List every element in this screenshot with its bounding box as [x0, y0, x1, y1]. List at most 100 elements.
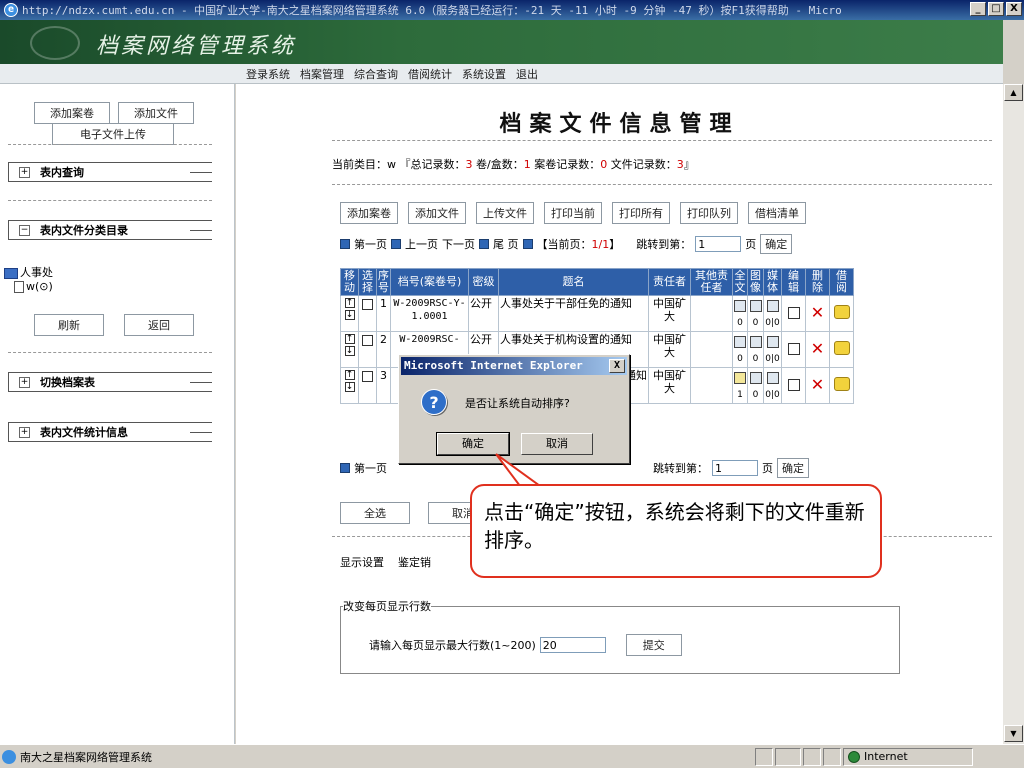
main-toolbar: 添加案卷 添加文件 上传文件 打印当前 打印所有 打印队列 借档清单 — [340, 202, 806, 224]
edit-icon[interactable] — [787, 379, 800, 391]
first-page-link[interactable]: 第一页 — [354, 460, 387, 476]
catalog-tree: 人事处 w(⊙) — [4, 264, 53, 293]
move-arrows[interactable]: ↑ ↓ — [342, 333, 357, 357]
col-borrow: 借阅 — [829, 268, 854, 296]
collapse-icon: − — [19, 224, 30, 236]
divider — [332, 140, 992, 141]
toolbar-add-file[interactable]: 添加文件 — [408, 202, 466, 224]
menu-borrow-stats[interactable]: 借阅统计 — [408, 66, 452, 82]
toolbar-print-current[interactable]: 打印当前 — [544, 202, 602, 224]
expand-icon: + — [19, 426, 30, 438]
dialog-close-button[interactable]: X — [609, 359, 625, 373]
toolbar-print-all[interactable]: 打印所有 — [612, 202, 670, 224]
appraisal-link[interactable]: 鉴定销 — [398, 554, 431, 570]
image-icon[interactable] — [749, 372, 762, 384]
category-summary: 当前类目：w 『总记录数：3 卷/盒数：1 案卷记录数：0 文件记录数：3』 — [332, 158, 695, 171]
fulltext-icon[interactable] — [734, 336, 746, 348]
edit-icon[interactable] — [787, 343, 800, 355]
menu-archive[interactable]: 档案管理 — [300, 66, 344, 82]
menu-search[interactable]: 综合查询 — [354, 66, 398, 82]
row-title[interactable]: 人事处关于干部任免的通知 — [498, 295, 649, 332]
col-fulltext: 全文 — [732, 268, 748, 296]
menu-login[interactable]: 登录系统 — [246, 66, 290, 82]
upload-e-file-button[interactable]: 电子文件上传 — [52, 123, 174, 145]
dialog-message: 是否让系统自动排序? — [465, 397, 570, 410]
scroll-down-icon[interactable]: ▼ — [1004, 725, 1023, 742]
move-arrows[interactable]: ↑ ↓ — [342, 369, 357, 393]
borrow-icon[interactable] — [833, 305, 850, 319]
pager-top: 第一页 上一页 下一页 尾 页 【当前页：1/1】 跳转到第： 页 确定 — [340, 234, 793, 254]
fulltext-icon[interactable] — [734, 300, 746, 312]
jump-page-input[interactable] — [712, 460, 758, 476]
toolbar-add-volume[interactable]: 添加案卷 — [340, 202, 398, 224]
ie-logo-icon: e — [4, 3, 18, 17]
vertical-scrollbar[interactable]: ▲ ▼ — [1003, 84, 1024, 744]
window-title: http://ndzx.cumt.edu.cn - 中国矿业大学-南大之星档案网… — [22, 4, 842, 17]
first-page-link[interactable]: 第一页 — [354, 236, 387, 252]
last-page-link[interactable]: 尾 页 — [493, 236, 519, 252]
group-switch-table[interactable]: + 切换档案表 — [8, 372, 212, 392]
page-title: 档案文件信息管理 — [499, 112, 740, 137]
add-volume-button[interactable]: 添加案卷 — [34, 102, 110, 124]
jump-confirm-button[interactable]: 确定 — [777, 458, 809, 478]
delete-icon[interactable]: ✕ — [811, 339, 824, 358]
rows-per-page-input[interactable] — [539, 637, 606, 653]
borrow-icon[interactable] — [833, 377, 850, 391]
scroll-up-icon[interactable]: ▲ — [1004, 84, 1023, 101]
refresh-button[interactable]: 刷新 — [34, 314, 104, 336]
window-titlebar: e http://ndzx.cumt.edu.cn - 中国矿业大学-南大之星档… — [0, 0, 1024, 20]
arrow-up-icon: ↑ — [344, 334, 355, 344]
expand-icon: + — [19, 376, 30, 388]
select-all-button[interactable]: 全选 — [340, 502, 410, 524]
borrow-icon[interactable] — [833, 341, 850, 355]
rows-prompt: 请输入每页显示最大行数(1~200) — [369, 639, 536, 652]
toolbar-upload-file[interactable]: 上传文件 — [476, 202, 534, 224]
tree-child[interactable]: w(⊙) — [14, 280, 53, 293]
delete-icon[interactable]: ✕ — [811, 303, 824, 322]
submit-button[interactable]: 提交 — [625, 634, 682, 656]
group-file-stats[interactable]: + 表内文件统计信息 — [8, 422, 212, 442]
jump-confirm-button[interactable]: 确定 — [760, 234, 793, 254]
toolbar-borrow-list[interactable]: 借档清单 — [748, 202, 806, 224]
tree-root[interactable]: 人事处 — [4, 264, 53, 280]
settings-row: 显示设置 鉴定销 — [340, 554, 431, 570]
arrow-down-icon: ↓ — [344, 346, 355, 356]
group-file-catalog[interactable]: − 表内文件分类目录 — [8, 220, 212, 240]
edit-icon[interactable] — [787, 307, 800, 319]
add-file-button[interactable]: 添加文件 — [118, 102, 194, 124]
delete-icon[interactable]: ✕ — [811, 375, 824, 394]
prev-page-link[interactable]: 上一页 — [405, 236, 438, 252]
menu-logout[interactable]: 退出 — [516, 66, 538, 82]
app-title: 档案网络管理系统 — [96, 34, 297, 59]
jump-page-input[interactable] — [695, 236, 742, 252]
divider — [8, 352, 212, 353]
rows-per-page-fieldset: 改变每页显示行数 请输入每页显示最大行数(1~200) 提交 — [340, 598, 900, 674]
media-icon[interactable] — [766, 336, 779, 348]
row-checkbox[interactable] — [362, 371, 373, 382]
minimize-button[interactable]: _ — [970, 2, 986, 16]
col-edit: 编辑 — [781, 268, 806, 296]
question-icon: ? — [421, 389, 447, 415]
arrow-down-icon: ↓ — [344, 382, 355, 392]
maximize-button[interactable]: □ — [988, 2, 1004, 16]
next-page-link[interactable]: 下一页 — [442, 236, 475, 252]
move-arrows[interactable]: ↑ ↓ — [342, 297, 357, 321]
toolbar-print-queue[interactable]: 打印队列 — [680, 202, 738, 224]
status-bar: 南大之星档案网络管理系统 Internet — [0, 744, 1024, 768]
image-icon[interactable] — [749, 300, 762, 312]
media-icon[interactable] — [766, 300, 779, 312]
row-checkbox[interactable] — [362, 335, 373, 346]
menu-settings[interactable]: 系统设置 — [462, 66, 506, 82]
status-text: 南大之星档案网络管理系统 — [20, 750, 152, 764]
back-button[interactable]: 返回 — [124, 314, 194, 336]
media-icon[interactable] — [766, 372, 779, 384]
col-delete: 删除 — [805, 268, 830, 296]
fulltext-icon[interactable] — [734, 372, 746, 384]
image-icon[interactable] — [749, 336, 762, 348]
close-button[interactable]: X — [1006, 2, 1022, 16]
group-table-search[interactable]: + 表内查询 — [8, 162, 212, 182]
col-other-owner: 其他责任者 — [690, 268, 733, 296]
expand-icon: + — [19, 166, 30, 178]
display-settings-link[interactable]: 显示设置 — [340, 554, 384, 570]
row-checkbox[interactable] — [362, 299, 373, 310]
